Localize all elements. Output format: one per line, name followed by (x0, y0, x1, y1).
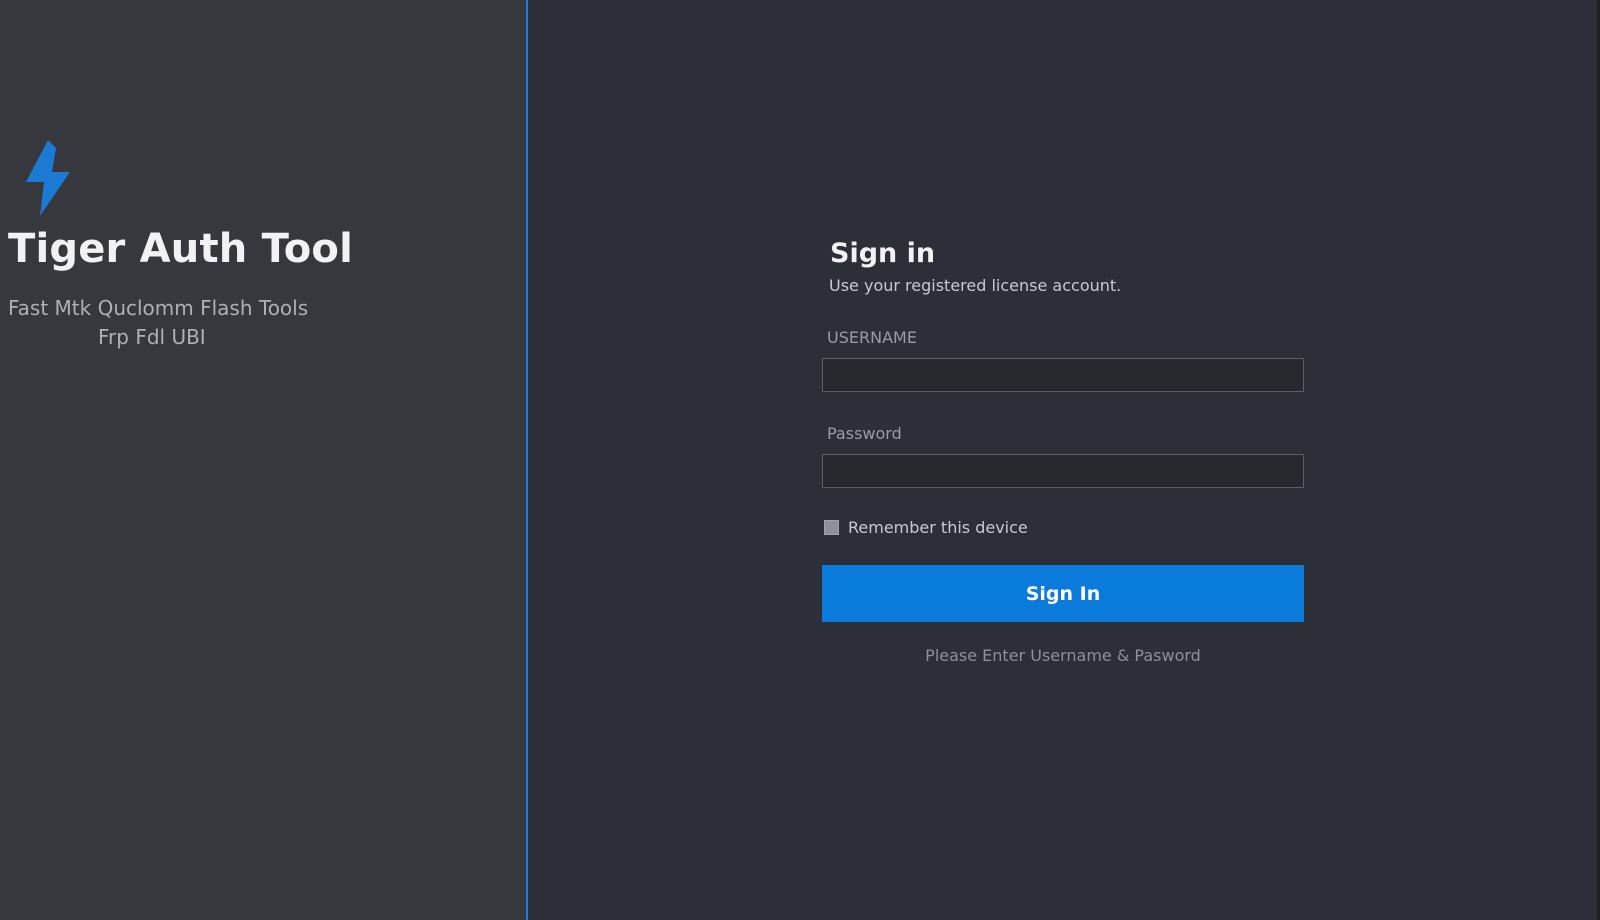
status-message: Please Enter Username & Pasword (925, 646, 1201, 665)
signin-subtitle: Use your registered license account. (829, 276, 1122, 295)
app-tagline-line1: Fast Mtk Quclomm Flash Tools (8, 296, 309, 320)
branding-panel: Tiger Auth Tool Fast Mtk Quclomm Flash T… (0, 0, 526, 920)
password-label: Password (827, 424, 902, 443)
login-window: Tiger Auth Tool Fast Mtk Quclomm Flash T… (0, 0, 1600, 920)
remember-device-label: Remember this device (848, 517, 1028, 537)
username-input[interactable] (822, 358, 1304, 392)
password-input[interactable] (822, 454, 1304, 488)
signin-title: Sign in (830, 238, 936, 269)
username-label: USERNAME (827, 328, 917, 347)
lightning-bolt-icon (26, 140, 70, 216)
remember-device-checkbox[interactable]: Remember this device (824, 516, 1028, 538)
app-title: Tiger Auth Tool (8, 226, 354, 272)
app-tagline-line2: Frp Fdl UBI (98, 325, 206, 349)
sign-in-button[interactable]: Sign In (822, 565, 1304, 622)
checkbox-box[interactable] (824, 519, 839, 535)
